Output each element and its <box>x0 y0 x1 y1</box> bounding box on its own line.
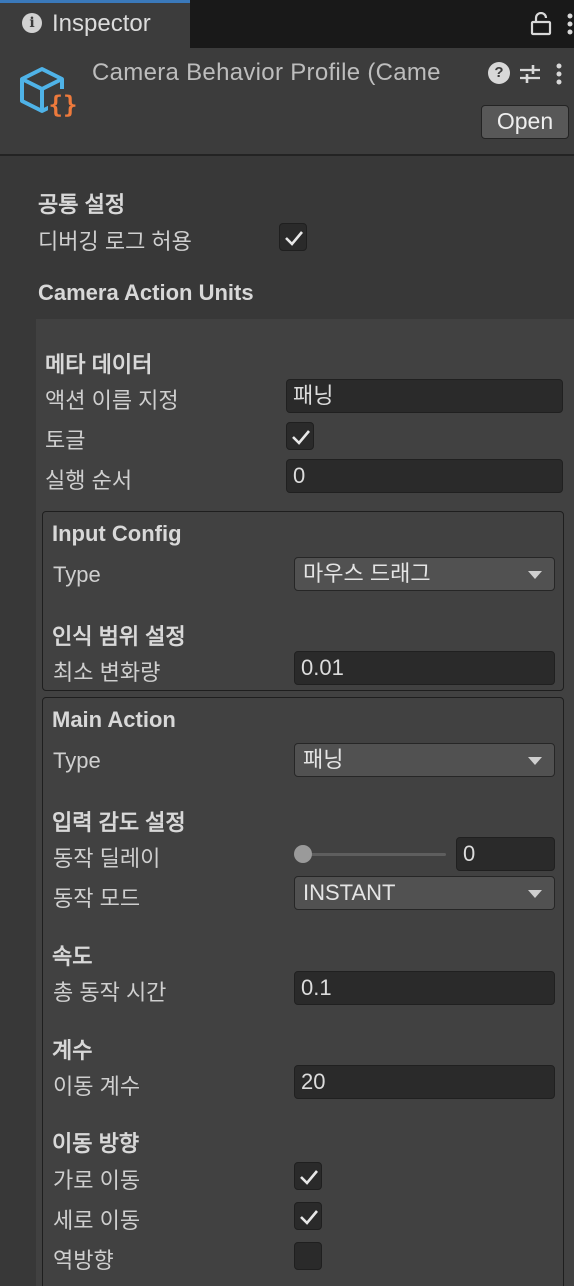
range-title: 인식 범위 설정 <box>52 624 186 649</box>
input-config-title: Input Config <box>52 521 182 546</box>
sliders-icon[interactable] <box>518 62 542 91</box>
lock-icon[interactable] <box>530 11 552 41</box>
input-type-value: 마우스 드래그 <box>303 561 431 586</box>
debug-log-label: 디버깅 로그 허용 <box>38 229 192 254</box>
mode-value: INSTANT <box>303 880 396 905</box>
order-input[interactable]: 0 <box>286 459 563 493</box>
action-type-value: 패닝 <box>303 747 344 772</box>
check-icon <box>300 1170 318 1185</box>
tab-title: Inspector <box>52 10 151 37</box>
units-title: Camera Action Units <box>38 280 254 305</box>
check-icon <box>300 1210 318 1225</box>
toggle-label: 토글 <box>45 428 86 453</box>
action-name-input[interactable]: 패닝 <box>286 379 563 413</box>
move-coef-input[interactable]: 20 <box>294 1065 555 1099</box>
input-type-label: Type <box>53 562 101 587</box>
duration-label: 총 동작 시간 <box>53 980 167 1005</box>
mode-label: 동작 모드 <box>53 886 141 911</box>
duration-input[interactable]: 0.1 <box>294 971 555 1005</box>
chevron-down-icon <box>528 890 542 898</box>
input-type-dropdown[interactable]: 마우스 드래그 <box>294 557 555 591</box>
svg-text:{}: {} <box>49 91 78 119</box>
help-icon[interactable]: ? <box>488 62 510 84</box>
speed-title: 속도 <box>52 944 93 969</box>
order-label: 실행 순서 <box>45 468 133 493</box>
open-button[interactable]: Open <box>481 105 569 139</box>
tab-kebab-icon[interactable] <box>566 12 574 36</box>
common-settings-title: 공통 설정 <box>38 192 126 217</box>
vertical-checkbox[interactable] <box>294 1202 322 1230</box>
scriptable-object-icon: {} <box>18 63 80 126</box>
min-change-label: 최소 변화량 <box>53 660 161 685</box>
reverse-label: 역방향 <box>53 1248 114 1273</box>
action-type-dropdown[interactable]: 패닝 <box>294 743 555 777</box>
coef-title: 계수 <box>52 1038 93 1063</box>
meta-title: 메타 데이터 <box>45 352 153 377</box>
delay-slider-track[interactable] <box>300 853 446 856</box>
debug-log-checkbox[interactable] <box>279 223 307 251</box>
toggle-checkbox[interactable] <box>286 422 314 450</box>
action-name-label: 액션 이름 지정 <box>45 388 179 413</box>
horizontal-label: 가로 이동 <box>53 1168 141 1193</box>
info-icon: i <box>22 13 42 33</box>
reverse-checkbox[interactable] <box>294 1242 322 1270</box>
horizontal-checkbox[interactable] <box>294 1162 322 1190</box>
main-action-title: Main Action <box>52 707 176 732</box>
delay-slider-thumb[interactable] <box>294 845 312 863</box>
check-icon <box>285 231 303 246</box>
min-change-input[interactable]: 0.01 <box>294 651 555 685</box>
move-coef-label: 이동 계수 <box>53 1074 141 1099</box>
direction-title: 이동 방향 <box>52 1131 140 1156</box>
sensitivity-title: 입력 감도 설정 <box>52 810 186 835</box>
action-type-label: Type <box>53 748 101 773</box>
mode-dropdown[interactable]: INSTANT <box>294 876 555 910</box>
chevron-down-icon <box>528 757 542 765</box>
delay-input[interactable]: 0 <box>456 837 555 871</box>
delay-label: 동작 딜레이 <box>53 846 161 871</box>
asset-title: Camera Behavior Profile (Came <box>92 59 441 86</box>
check-icon <box>292 430 310 445</box>
chevron-down-icon <box>528 571 542 579</box>
vertical-label: 세로 이동 <box>53 1208 141 1233</box>
header-kebab-icon[interactable] <box>554 62 564 91</box>
